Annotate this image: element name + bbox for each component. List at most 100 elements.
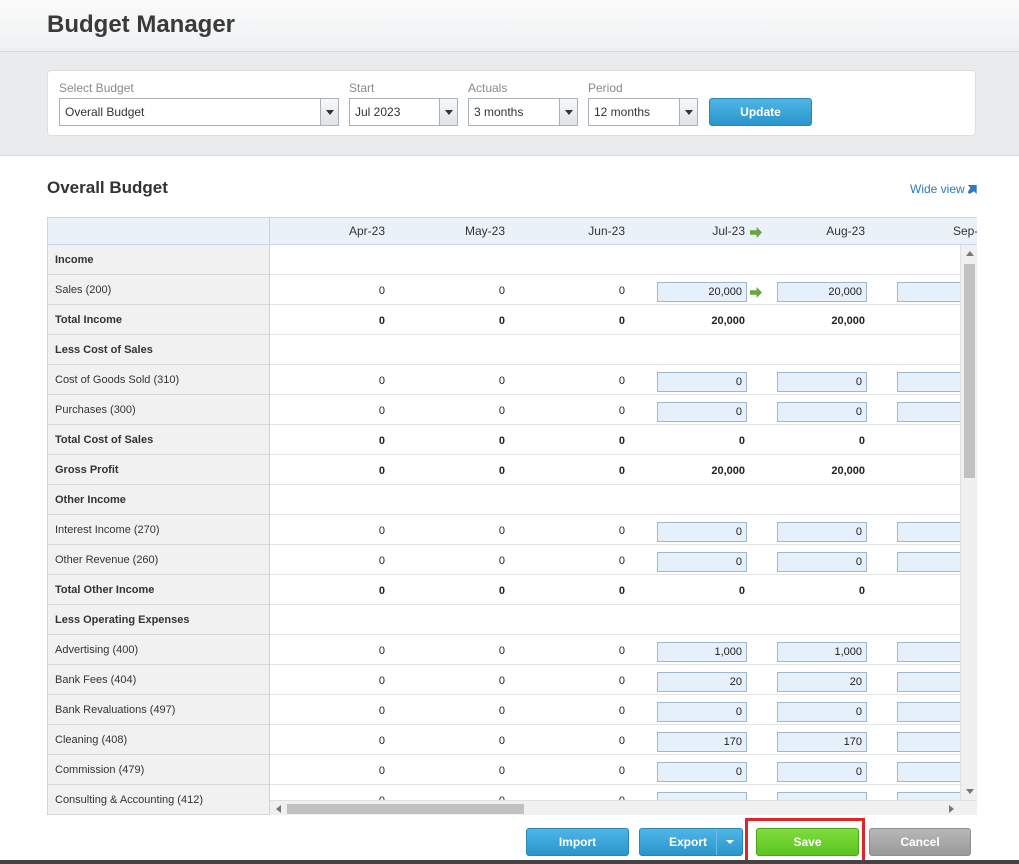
scroll-up-icon[interactable]	[966, 251, 974, 256]
actual-value: 0	[498, 675, 505, 687]
budget-input[interactable]: 0	[657, 372, 747, 392]
actual-value: 0	[378, 735, 385, 747]
start-value: Jul 2023	[355, 105, 401, 119]
budget-input[interactable]: 20	[657, 672, 747, 692]
budget-input[interactable]: 0	[777, 402, 867, 422]
total-value: 20,000	[831, 315, 865, 327]
total-value: 0	[498, 465, 505, 477]
total-value: 0	[858, 585, 865, 597]
total-value: 0	[858, 435, 865, 447]
budget-input[interactable]: 1,000	[777, 642, 867, 662]
total-value: 0	[618, 465, 625, 477]
horizontal-scroll-thumb[interactable]	[287, 804, 524, 814]
row-label: Advertising (400)	[48, 635, 269, 665]
actual-value: 0	[498, 375, 505, 387]
horizontal-scrollbar[interactable]	[270, 800, 977, 815]
row-label: Less Cost of Sales	[48, 335, 269, 365]
actual-value: 0	[618, 705, 625, 717]
budget-input[interactable]: 0	[657, 552, 747, 572]
row-divider	[270, 364, 977, 365]
total-value: 0	[378, 315, 385, 327]
budget-input[interactable]: 0	[777, 372, 867, 392]
footer-divider	[0, 860, 1019, 864]
budget-input[interactable]: 0	[657, 522, 747, 542]
row-label: Total Cost of Sales	[48, 425, 269, 455]
row-divider	[270, 334, 977, 335]
actual-value: 0	[378, 765, 385, 777]
total-value: 20,000	[711, 315, 745, 327]
row-label: Bank Revaluations (497)	[48, 695, 269, 725]
page-title: Budget Manager	[47, 11, 236, 38]
budget-input[interactable]: 20	[777, 672, 867, 692]
import-button[interactable]: Import	[526, 828, 629, 856]
row-divider	[270, 604, 977, 605]
page-header: Budget Manager	[0, 0, 1019, 52]
budget-input[interactable]: 0	[777, 522, 867, 542]
budget-input[interactable]: 20,000	[777, 282, 867, 302]
period-label: Period	[588, 81, 623, 95]
start-label: Start	[349, 81, 375, 95]
actual-value: 0	[618, 765, 625, 777]
budget-input[interactable]: 0	[777, 702, 867, 722]
row-divider	[270, 574, 977, 575]
vertical-scroll-thumb[interactable]	[964, 264, 975, 478]
total-value: 0	[738, 585, 745, 597]
period-dropdown[interactable]: 12 months	[588, 98, 698, 126]
arrow-right-icon[interactable]	[750, 287, 762, 298]
total-value: 0	[738, 435, 745, 447]
budget-input[interactable]: 170	[657, 732, 747, 752]
total-value: 0	[618, 315, 625, 327]
total-value: 0	[378, 435, 385, 447]
budget-title: Overall Budget	[47, 178, 168, 197]
actual-value: 0	[498, 405, 505, 417]
wide-view-label: Wide view	[910, 182, 965, 196]
row-divider	[270, 304, 977, 305]
budget-input[interactable]: 0	[777, 762, 867, 782]
row-label: Interest Income (270)	[48, 515, 269, 545]
budget-input[interactable]: 1,000	[657, 642, 747, 662]
budget-input[interactable]: 170	[777, 732, 867, 752]
actual-value: 0	[378, 375, 385, 387]
actuals-dropdown[interactable]: 3 months	[468, 98, 578, 126]
actual-value: 0	[378, 675, 385, 687]
actual-value: 0	[378, 525, 385, 537]
actual-value: 0	[618, 555, 625, 567]
actual-value: 0	[618, 525, 625, 537]
month-header: Jun-23	[588, 224, 625, 238]
wide-view-link[interactable]: Wide view	[910, 182, 977, 196]
row-divider	[270, 634, 977, 635]
start-dropdown[interactable]: Jul 2023	[349, 98, 458, 126]
export-menu-chevron-icon[interactable]	[716, 829, 742, 855]
budget-input[interactable]: 0	[657, 402, 747, 422]
actual-value: 0	[378, 285, 385, 297]
select-budget-dropdown[interactable]: Overall Budget	[59, 98, 339, 126]
row-label: Sales (200)	[48, 275, 269, 305]
cancel-button[interactable]: Cancel	[869, 828, 971, 856]
budget-input[interactable]: 0	[777, 552, 867, 572]
month-header: Apr-23	[348, 224, 385, 238]
row-divider	[270, 454, 977, 455]
chevron-down-icon[interactable]	[439, 99, 457, 125]
budget-input[interactable]: 0	[657, 762, 747, 782]
scroll-left-icon[interactable]	[276, 805, 281, 813]
row-divider	[270, 484, 977, 485]
vertical-scrollbar[interactable]	[960, 245, 977, 800]
row-divider	[270, 424, 977, 425]
actual-value: 0	[618, 285, 625, 297]
row-divider	[270, 754, 977, 755]
actual-value: 0	[378, 705, 385, 717]
budget-input[interactable]: 20,000	[657, 282, 747, 302]
scroll-down-icon[interactable]	[966, 789, 974, 794]
chevron-down-icon[interactable]	[679, 99, 697, 125]
export-button[interactable]: Export	[639, 828, 743, 856]
row-label: Other Revenue (260)	[48, 545, 269, 575]
actual-value: 0	[498, 735, 505, 747]
chevron-down-icon[interactable]	[320, 99, 338, 125]
total-value: 0	[498, 435, 505, 447]
row-label: Income	[48, 245, 269, 275]
chevron-down-icon[interactable]	[559, 99, 577, 125]
budget-input[interactable]: 0	[657, 702, 747, 722]
update-button[interactable]: Update	[709, 98, 812, 126]
actual-value: 0	[498, 765, 505, 777]
scroll-right-icon[interactable]	[949, 805, 954, 813]
